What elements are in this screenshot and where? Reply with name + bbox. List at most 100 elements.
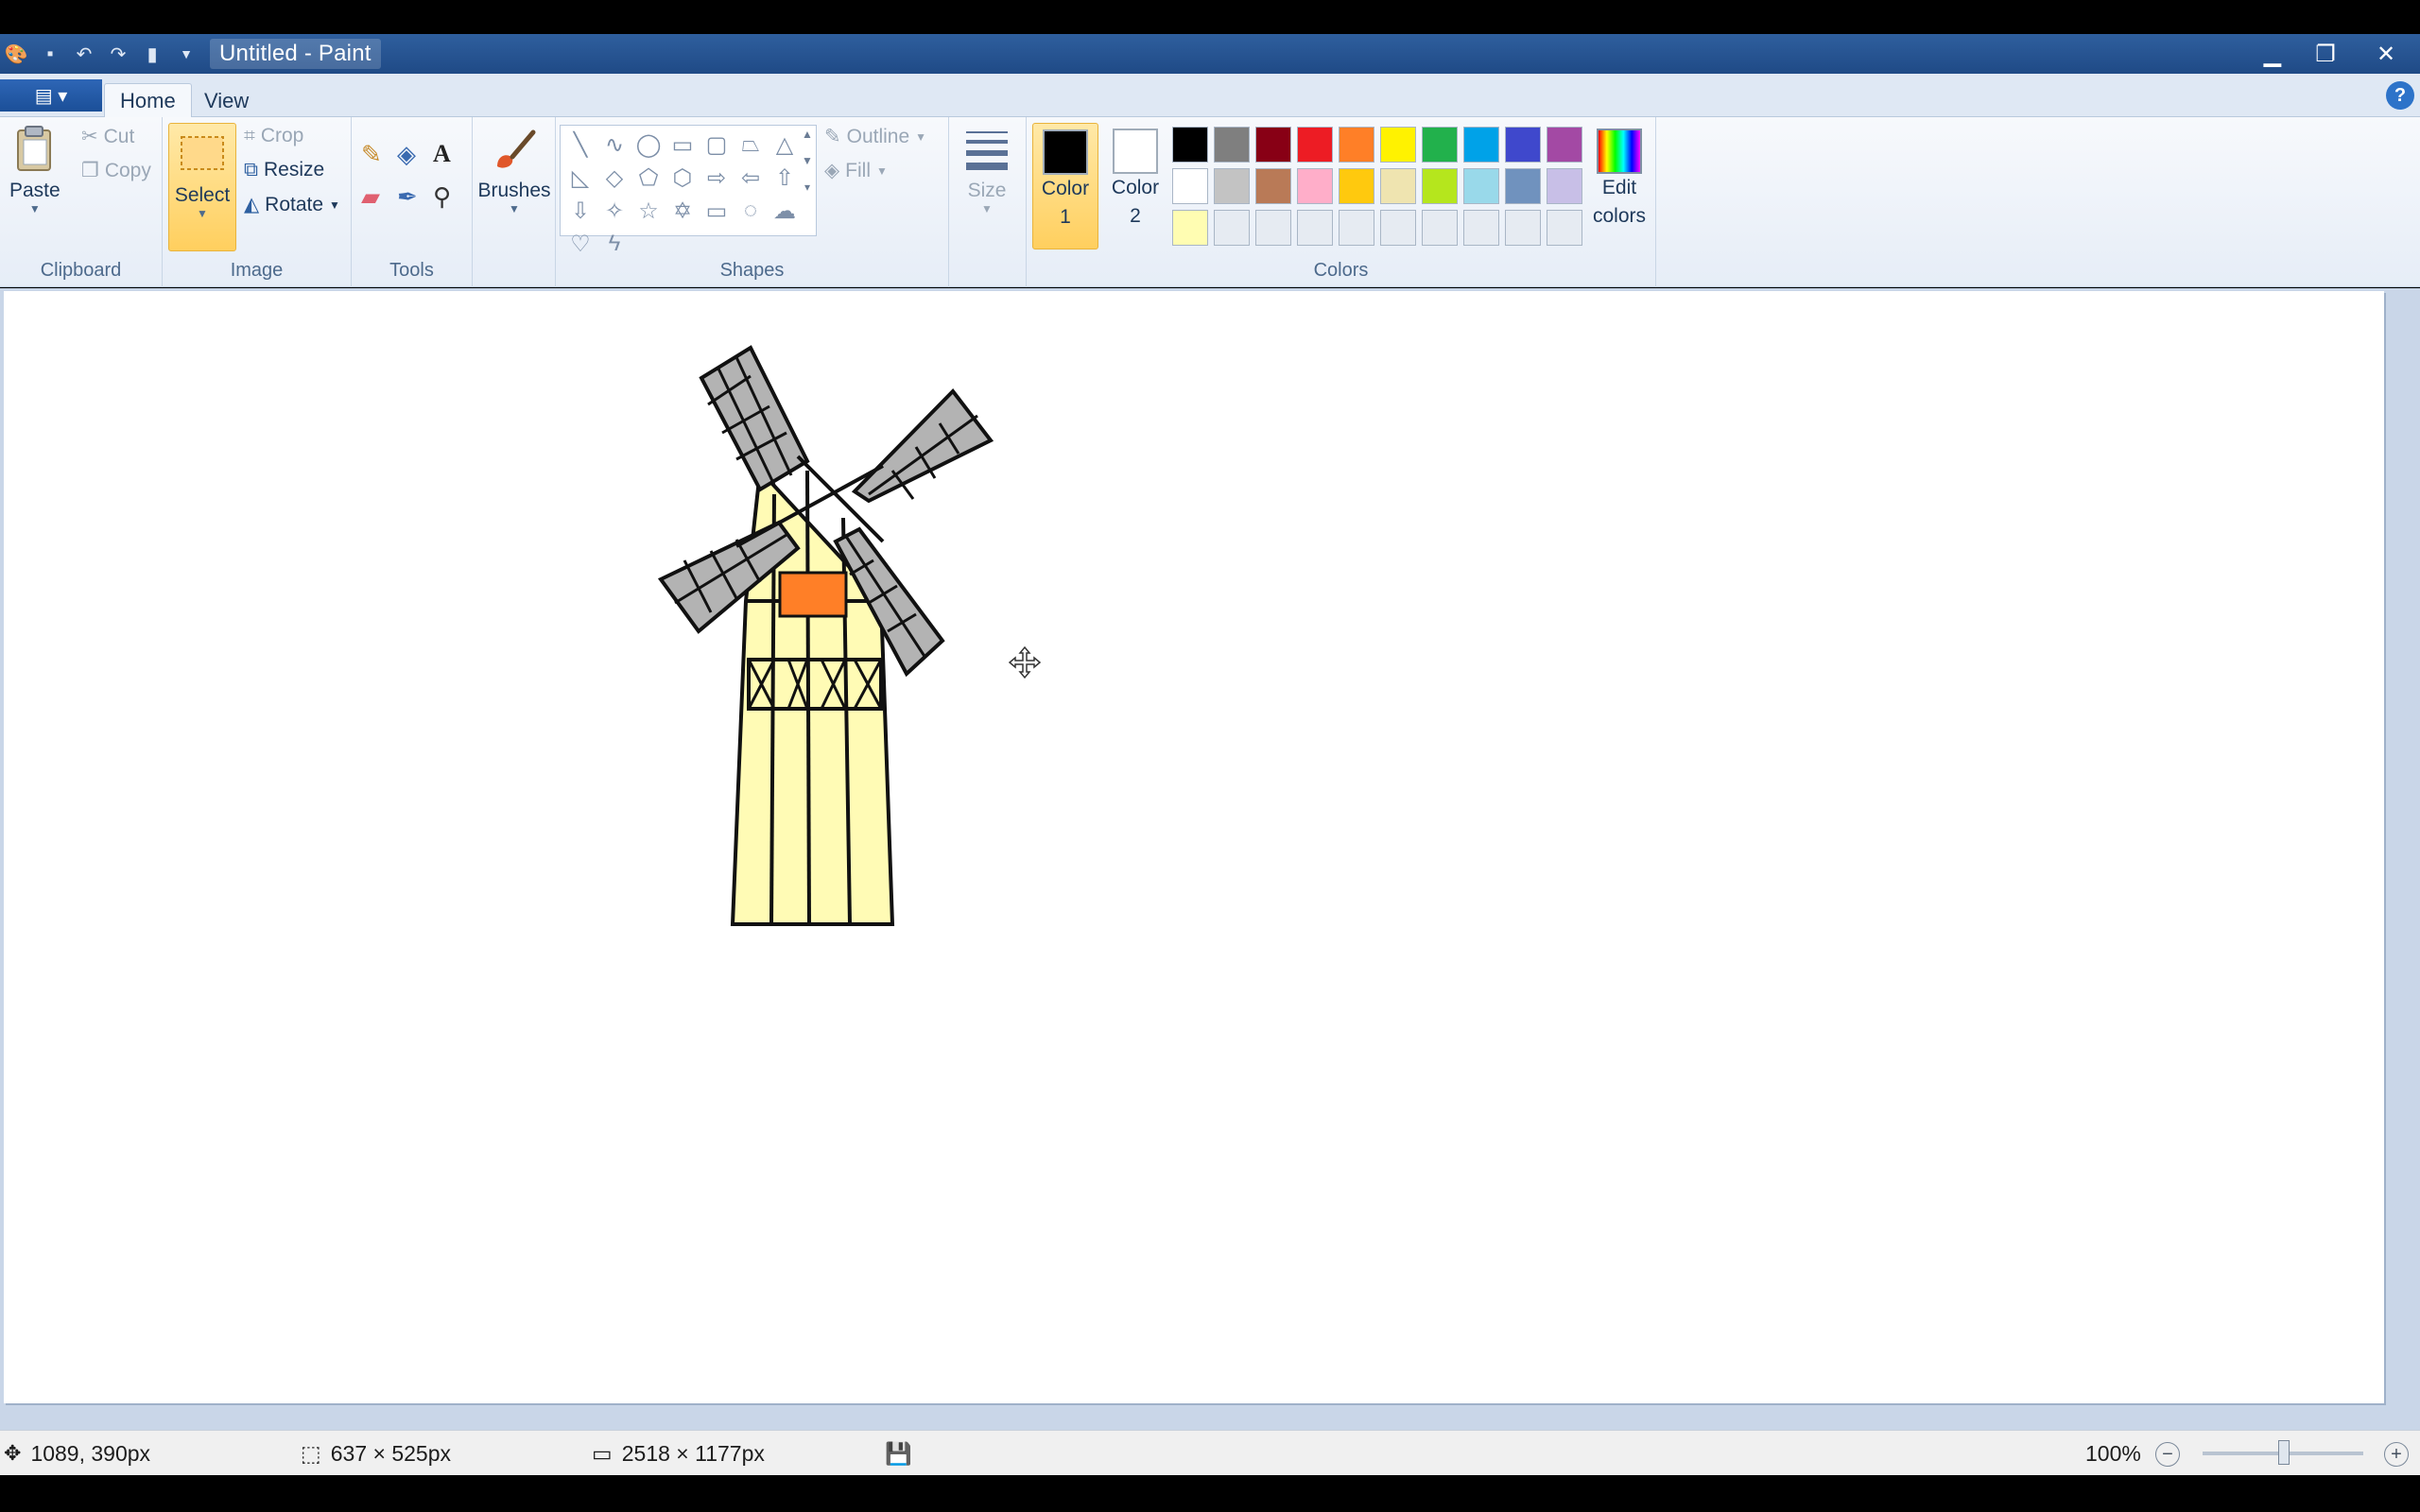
fill-bucket-icon[interactable]: ◈	[397, 140, 431, 169]
polygon-shape-icon[interactable]: ⏢	[735, 129, 767, 160]
palette-swatch[interactable]	[1339, 168, 1374, 204]
paint-menu-button[interactable]: ▤ ▾	[0, 79, 102, 112]
restore-button[interactable]: ❐	[2299, 34, 2352, 74]
customize-dropdown-icon[interactable]: ▼	[174, 42, 199, 66]
rotate-button[interactable]: ◭ Rotate ▼	[244, 193, 340, 216]
palette-swatch[interactable]	[1339, 210, 1374, 246]
rect-callout-shape-icon[interactable]: ▭	[700, 196, 733, 226]
palette-swatch[interactable]	[1505, 168, 1541, 204]
outline-dropdown-icon[interactable]: ▼	[915, 130, 926, 144]
palette-swatch[interactable]	[1255, 168, 1291, 204]
size-dropdown-icon[interactable]: ▼	[981, 202, 993, 215]
palette-swatch[interactable]	[1297, 127, 1333, 163]
down-arrow-shape-icon[interactable]: ⇩	[564, 196, 596, 226]
cut-button[interactable]: ✂ Cut	[81, 125, 134, 148]
palette-swatch[interactable]	[1547, 127, 1582, 163]
drawing-canvas[interactable]	[4, 291, 2384, 1403]
lightning-shape-icon[interactable]: ϟ	[598, 229, 631, 259]
tab-view[interactable]: View	[189, 83, 264, 118]
right-triangle-shape-icon[interactable]: ◺	[564, 163, 596, 193]
edit-colors-button[interactable]: Edit colors	[1586, 123, 1652, 249]
palette-swatch[interactable]	[1422, 210, 1458, 246]
text-tool-icon[interactable]: A	[433, 140, 467, 169]
cloud-callout-shape-icon[interactable]: ☁	[769, 196, 801, 226]
rotate-dropdown-icon[interactable]: ▼	[329, 198, 340, 212]
paste-button[interactable]: Paste ▼	[9, 125, 60, 215]
pencil-icon[interactable]: ✎	[361, 140, 395, 169]
palette-swatch[interactable]	[1297, 210, 1333, 246]
select-button[interactable]: Select ▼	[168, 123, 236, 251]
palette-swatch[interactable]	[1255, 127, 1291, 163]
paint-app-icon[interactable]: 🎨	[4, 42, 28, 66]
color1-button[interactable]: Color 1	[1032, 123, 1098, 249]
close-button[interactable]: ✕	[2352, 34, 2420, 74]
palette-swatch[interactable]	[1297, 168, 1333, 204]
palette-swatch[interactable]	[1214, 210, 1250, 246]
color-picker-icon[interactable]: ✒	[397, 182, 431, 212]
help-icon[interactable]: ?	[2386, 81, 2414, 110]
brushes-button[interactable]: Brushes ▼	[477, 125, 551, 215]
palette-swatch[interactable]	[1172, 168, 1208, 204]
crop-label: Crop	[260, 125, 304, 146]
palette-swatch[interactable]	[1172, 127, 1208, 163]
palette-swatch[interactable]	[1463, 210, 1499, 246]
zoom-out-button[interactable]: −	[2155, 1442, 2180, 1467]
zoom-slider-thumb[interactable]	[2278, 1440, 2290, 1465]
magnifier-icon[interactable]: ⚲	[433, 182, 467, 212]
palette-swatch[interactable]	[1380, 168, 1416, 204]
brushes-dropdown-icon[interactable]: ▼	[509, 202, 520, 215]
oval-callout-shape-icon[interactable]: ◌	[735, 196, 767, 226]
resize-button[interactable]: ⧉ Resize	[244, 159, 324, 181]
paste-dropdown-icon[interactable]: ▼	[29, 202, 41, 215]
hexagon-shape-icon[interactable]: ⬡	[666, 163, 699, 193]
palette-swatch[interactable]	[1422, 127, 1458, 163]
pentagon-shape-icon[interactable]: ⬠	[632, 163, 665, 193]
palette-swatch[interactable]	[1255, 210, 1291, 246]
line-shape-icon[interactable]: ╲	[564, 129, 596, 160]
palette-swatch[interactable]	[1547, 168, 1582, 204]
palette-swatch[interactable]	[1214, 168, 1250, 204]
palette-swatch[interactable]	[1422, 168, 1458, 204]
four-point-star-shape-icon[interactable]: ✧	[598, 196, 631, 226]
minimize-button[interactable]: ▁	[2246, 34, 2299, 74]
diamond-shape-icon[interactable]: ◇	[598, 163, 631, 193]
five-point-star-shape-icon[interactable]: ☆	[632, 196, 665, 226]
rectangle-shape-icon[interactable]: ▭	[666, 129, 699, 160]
fill-button[interactable]: ◈ Fill ▼	[824, 159, 888, 182]
undo-icon[interactable]: ↶	[72, 42, 96, 66]
color2-button[interactable]: Color 2	[1102, 123, 1168, 249]
palette-swatch[interactable]	[1547, 210, 1582, 246]
folder-icon[interactable]: ▮	[140, 42, 164, 66]
crop-button[interactable]: ⌗ Crop	[244, 125, 303, 147]
curve-shape-icon[interactable]: ∿	[598, 129, 631, 160]
palette-swatch[interactable]	[1505, 127, 1541, 163]
outline-button[interactable]: ✎ Outline ▼	[824, 125, 926, 148]
up-arrow-shape-icon[interactable]: ⇧	[769, 163, 801, 193]
palette-swatch[interactable]	[1380, 127, 1416, 163]
heart-shape-icon[interactable]: ♡	[564, 229, 596, 259]
palette-swatch[interactable]	[1505, 210, 1541, 246]
palette-swatch[interactable]	[1380, 210, 1416, 246]
size-button[interactable]: Size ▼	[957, 125, 1017, 215]
save-icon[interactable]: ▪	[38, 42, 62, 66]
select-dropdown-icon[interactable]: ▼	[197, 207, 208, 220]
triangle-shape-icon[interactable]: △	[769, 129, 801, 160]
shapes-scrollbar[interactable]: ▲ ▼ ▾	[801, 128, 814, 233]
palette-swatch[interactable]	[1463, 168, 1499, 204]
palette-swatch[interactable]	[1339, 127, 1374, 163]
palette-swatch[interactable]	[1214, 127, 1250, 163]
fill-dropdown-icon[interactable]: ▼	[876, 164, 888, 178]
palette-swatch[interactable]	[1172, 210, 1208, 246]
palette-swatch[interactable]	[1463, 127, 1499, 163]
left-arrow-shape-icon[interactable]: ⇦	[735, 163, 767, 193]
oval-shape-icon[interactable]: ◯	[632, 129, 665, 160]
redo-icon[interactable]: ↷	[106, 42, 130, 66]
copy-button[interactable]: ❐ Copy	[81, 159, 151, 182]
color2-swatch	[1113, 129, 1158, 174]
six-point-star-shape-icon[interactable]: ✡	[666, 196, 699, 226]
eraser-icon[interactable]: ▰	[361, 182, 395, 212]
zoom-in-button[interactable]: +	[2384, 1442, 2409, 1467]
tab-home[interactable]: Home	[104, 83, 192, 118]
rounded-rectangle-shape-icon[interactable]: ▢	[700, 129, 733, 160]
right-arrow-shape-icon[interactable]: ⇨	[700, 163, 733, 193]
